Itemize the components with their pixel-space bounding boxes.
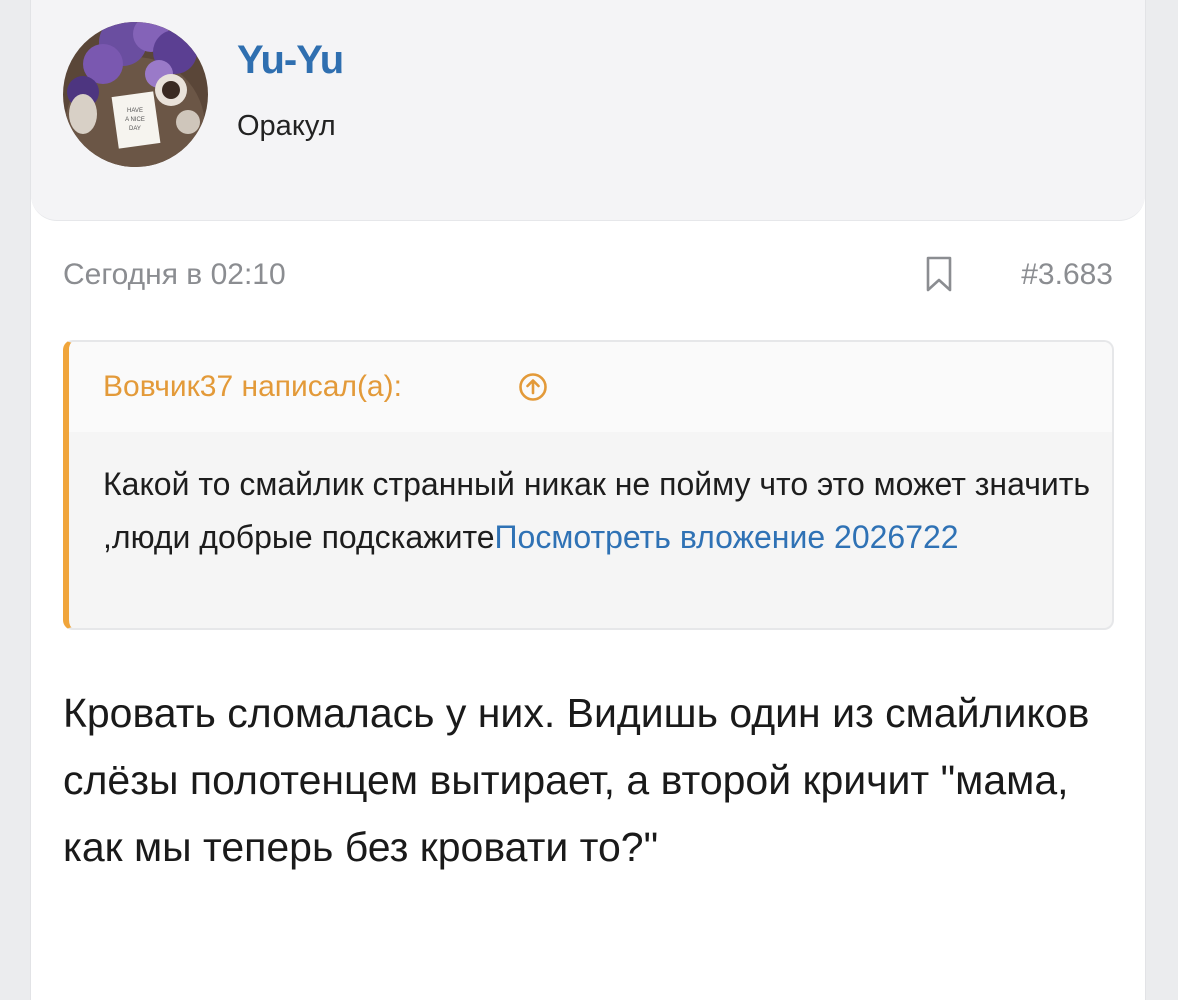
avatar-card-line-2: A NICE <box>125 117 145 123</box>
avatar[interactable]: HAVE A NICE DAY <box>63 22 208 167</box>
post-body: Кровать сломалась у них. Видишь один из … <box>63 690 1090 870</box>
post-card: HAVE A NICE DAY Yu-Yu Оракул Сегодня в 0… <box>30 0 1146 1000</box>
post-number[interactable]: #3.683 <box>1021 258 1113 292</box>
post-date[interactable]: Сегодня в 02:10 <box>63 258 286 292</box>
user-block: HAVE A NICE DAY Yu-Yu Оракул <box>31 0 1145 221</box>
arrow-up-circle-icon[interactable] <box>518 372 548 402</box>
user-title: Оракул <box>237 110 336 142</box>
avatar-image: HAVE A NICE DAY <box>63 22 208 167</box>
quote-text: Какой то смайлик странный никак не пойму… <box>103 458 1093 564</box>
avatar-card-line-1: HAVE <box>127 108 143 114</box>
username[interactable]: Yu-Yu <box>237 38 344 83</box>
avatar-card-line-3: DAY <box>129 126 141 132</box>
quote-author[interactable]: Вовчик37 написал(а): <box>103 370 402 404</box>
attachment-link[interactable]: Посмотреть вложение 2026722 <box>495 519 959 555</box>
bookmark-icon[interactable] <box>924 256 954 292</box>
quote-block: Вовчик37 написал(а): Какой то смайлик ст… <box>63 340 1114 630</box>
